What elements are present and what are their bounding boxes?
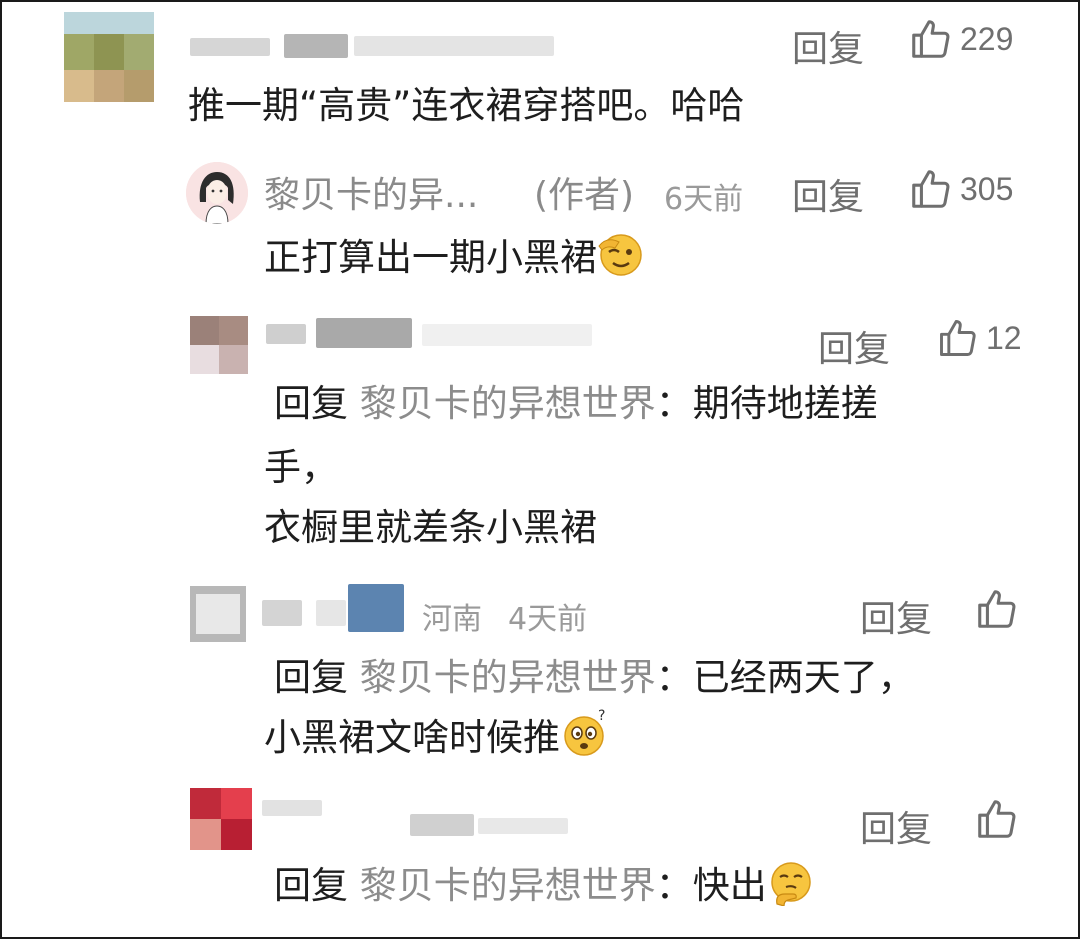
comment-text: 回复 黎贝卡的异想世界：已经两天了， xyxy=(274,648,915,708)
comment-text: 回复 黎贝卡的异想世界：快出 xyxy=(274,856,815,924)
username-redacted xyxy=(354,36,554,56)
username-redacted xyxy=(410,814,474,836)
comment-time: 6天前 xyxy=(664,182,744,217)
comment-text-line: 衣橱里就差条小黑裙 xyxy=(264,506,597,549)
author-name[interactable]: 黎贝卡的异... xyxy=(264,166,478,218)
comment-text-line: ：已经两天了， xyxy=(655,656,915,699)
like-count: 229 xyxy=(960,20,1014,57)
author-tag: (作者) xyxy=(534,175,635,216)
username-redacted xyxy=(266,324,306,344)
reply-prefix: 回复 xyxy=(274,656,348,699)
reply-prefix: 回复 xyxy=(274,382,348,425)
wink-emoji-icon xyxy=(597,232,647,296)
reply-target-link[interactable]: 黎贝卡的异想世界 xyxy=(360,656,656,699)
comment-text-content: 正打算出一期小黑裙 xyxy=(264,236,597,279)
avatar[interactable] xyxy=(190,788,252,850)
thumbs-up-icon xyxy=(912,170,950,208)
reply-target-link[interactable]: 黎贝卡的异想世界 xyxy=(360,864,656,907)
like-button[interactable] xyxy=(974,796,1020,842)
thumbs-up-icon xyxy=(978,590,1016,628)
reply-button[interactable]: 回复 xyxy=(860,590,932,642)
username-redacted xyxy=(348,584,404,632)
comment-text: 小黑裙文啥时候推 ? xyxy=(264,708,612,776)
avatar[interactable] xyxy=(190,586,246,642)
reply-target-link[interactable]: 黎贝卡的异想世界 xyxy=(360,382,656,425)
username-redacted xyxy=(284,34,348,58)
reply-prefix: 回复 xyxy=(274,864,348,907)
username-redacted xyxy=(316,600,346,626)
thumbs-up-icon xyxy=(940,320,976,356)
reply-button[interactable]: 回复 xyxy=(818,320,890,372)
avatar[interactable] xyxy=(64,12,154,102)
username-redacted xyxy=(262,800,322,816)
comment-time: 4天前 xyxy=(508,602,588,637)
comment-text-line: ：快出 xyxy=(655,864,767,907)
girl-illustration xyxy=(186,162,248,224)
comment-text: 推一期“高贵”连衣裙穿搭吧。哈哈 xyxy=(188,84,745,127)
thumbs-up-icon xyxy=(912,20,950,58)
username-redacted xyxy=(190,38,270,56)
reply-button[interactable]: 回复 xyxy=(792,168,864,220)
author-avatar[interactable] xyxy=(186,162,248,224)
comment-text-line: ：期待地搓搓 xyxy=(655,382,878,425)
username-redacted xyxy=(262,600,302,626)
comment-text: 回复 黎贝卡的异想世界：期待地搓搓 xyxy=(274,374,878,434)
comment-location: 河南 xyxy=(422,602,482,637)
like-button[interactable] xyxy=(974,586,1020,632)
reply-button[interactable]: 回复 xyxy=(792,20,864,72)
like-button[interactable]: 305 xyxy=(908,166,1013,212)
reply-button[interactable]: 回复 xyxy=(860,800,932,852)
comment-text: 正打算出一期小黑裙 xyxy=(264,228,647,296)
svg-text:?: ? xyxy=(598,708,605,724)
like-button[interactable]: 12 xyxy=(936,316,1022,360)
username-redacted xyxy=(422,324,592,346)
like-button[interactable]: 229 xyxy=(908,16,1013,62)
comment-text-line: 小黑裙文啥时候推 xyxy=(264,716,560,759)
thumbs-up-icon xyxy=(978,800,1016,838)
comment-list: 回复 229 推一期“高贵”连衣裙穿搭吧。哈哈 黎贝卡的异... (作者) 6天… xyxy=(0,0,1080,939)
like-count: 305 xyxy=(960,170,1014,207)
confused-emoji-icon: ? xyxy=(560,708,612,776)
like-count: 12 xyxy=(986,319,1022,356)
comment-text-line: 手， xyxy=(264,446,338,489)
username-redacted xyxy=(478,818,568,834)
thinking-emoji-icon xyxy=(767,860,815,924)
avatar[interactable] xyxy=(190,316,248,374)
username-redacted xyxy=(316,318,412,348)
